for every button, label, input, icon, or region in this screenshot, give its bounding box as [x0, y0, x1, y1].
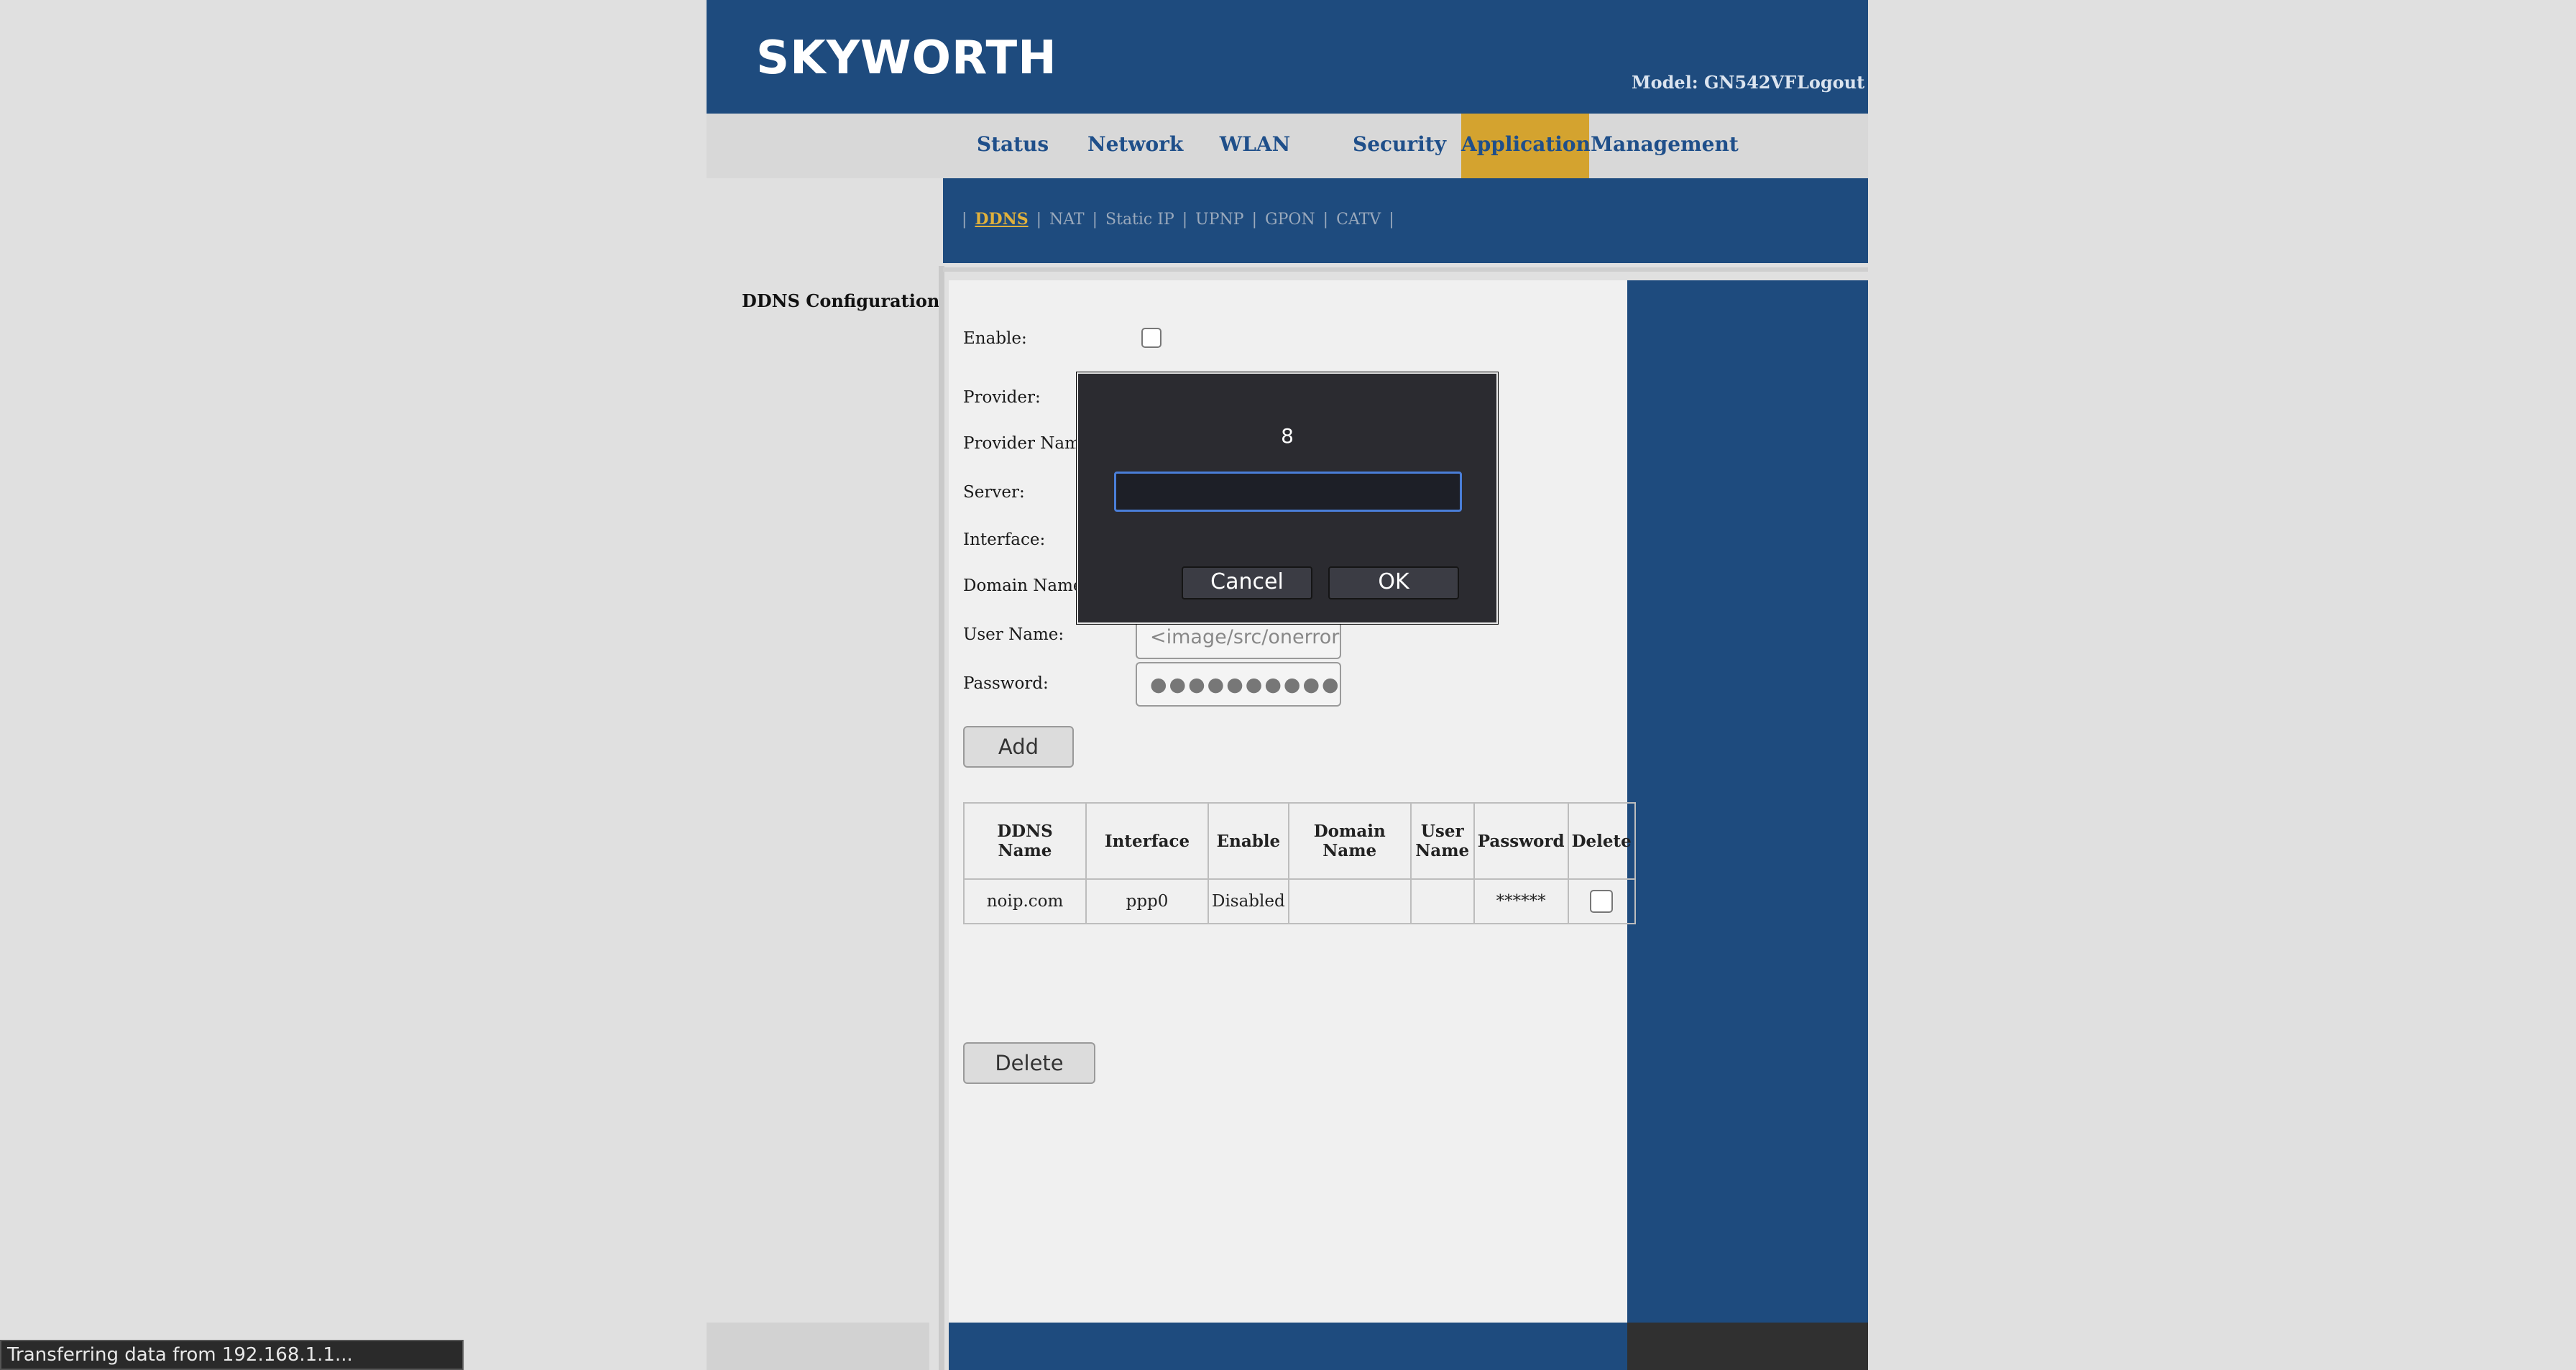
table-header: Delete	[1567, 802, 1636, 880]
nav-security[interactable]: Security	[1352, 114, 1447, 178]
nav-application[interactable]: Application	[1461, 114, 1591, 178]
sub-nav-separator: |	[1251, 211, 1257, 229]
delete-button[interactable]: Delete	[963, 1042, 1095, 1084]
sidebar-item-ddns-configuration[interactable]: DDNS Configuration	[742, 290, 939, 311]
table-cell: ppp0	[1085, 878, 1209, 924]
subnav-catv[interactable]: CATV	[1336, 211, 1381, 229]
model-label: Model: GN542VF	[1632, 72, 1797, 93]
sub-nav-links: | DDNS | NAT | Static IP | UPNP | GPON |…	[960, 210, 1396, 229]
table-cell: Disabled	[1208, 878, 1289, 924]
password-field[interactable]: ●●●●●●●●●●●●●	[1136, 662, 1341, 707]
sub-nav: | DDNS | NAT | Static IP | UPNP | GPON |…	[943, 178, 1868, 263]
table-cell: ******	[1473, 878, 1569, 924]
enable-label: Enable:	[963, 329, 1027, 348]
content-footer	[949, 1323, 1627, 1370]
row-delete-checkbox[interactable]	[1590, 890, 1614, 913]
subnav-ddns[interactable]: DDNS	[975, 210, 1028, 229]
add-button[interactable]: Add	[963, 726, 1074, 768]
table-cell: noip.com	[963, 878, 1087, 924]
nav-status[interactable]: Status	[972, 114, 1053, 178]
subnav-upnp[interactable]: UPNP	[1195, 211, 1243, 229]
cancel-button[interactable]: Cancel	[1182, 566, 1312, 599]
table-row: noip.com ppp0 Disabled ******	[963, 878, 1636, 924]
brand-logo: SKYWORTH	[756, 32, 1057, 85]
ddns-table: DDNS Name Interface Enable Domain Name U…	[963, 802, 1636, 924]
sub-nav-separator: |	[1322, 211, 1329, 229]
nav-wlan[interactable]: WLAN	[1217, 114, 1293, 178]
sub-nav-separator: |	[1182, 211, 1188, 229]
table-header: Interface	[1085, 802, 1209, 880]
nav-management[interactable]: Management	[1591, 114, 1739, 178]
table-header: Password	[1473, 802, 1569, 880]
right-footer	[1627, 1323, 1868, 1370]
table-cell	[1287, 878, 1412, 924]
left-footer	[707, 1323, 929, 1370]
table-header: Enable	[1208, 802, 1289, 880]
interface-label: Interface:	[963, 530, 1046, 549]
table-header: Domain Name	[1287, 802, 1412, 880]
provider-name-label: Provider Name:	[963, 434, 1096, 453]
ok-button[interactable]: OK	[1328, 566, 1459, 599]
enable-checkbox[interactable]	[1141, 328, 1162, 348]
table-cell	[1409, 878, 1475, 924]
nav-network[interactable]: Network	[1087, 114, 1183, 178]
content-top-divider	[943, 267, 1868, 272]
dialog-input[interactable]	[1114, 472, 1462, 512]
table-header: DDNS Name	[963, 802, 1087, 880]
subnav-static-ip[interactable]: Static IP	[1105, 211, 1174, 229]
main-nav: Status Network WLAN Security Application…	[707, 114, 1868, 178]
server-label: Server:	[963, 483, 1025, 502]
sub-nav-separator: |	[962, 211, 967, 229]
user-name-label: User Name:	[963, 625, 1064, 644]
subnav-gpon[interactable]: GPON	[1265, 211, 1315, 229]
table-cell-delete	[1567, 878, 1636, 924]
table-header: User Name	[1409, 802, 1475, 880]
right-panel	[1627, 280, 1868, 1323]
browser-status-bar: Transferring data from 192.168.1.1...	[0, 1340, 464, 1370]
password-label: Password:	[963, 674, 1049, 693]
sub-nav-separator: |	[1092, 211, 1098, 229]
panel-divider	[939, 266, 944, 1370]
left-panel	[707, 266, 939, 1323]
prompt-dialog: 8 Cancel OK	[1077, 372, 1498, 624]
logout-link[interactable]: Logout	[1797, 72, 1864, 93]
subnav-nat[interactable]: NAT	[1049, 211, 1085, 229]
domain-name-label: Domain Name:	[963, 576, 1089, 595]
sub-nav-separator: |	[1036, 211, 1041, 229]
provider-label: Provider:	[963, 388, 1041, 407]
sub-nav-separator: |	[1389, 211, 1394, 229]
dialog-message: 8	[1281, 424, 1294, 448]
